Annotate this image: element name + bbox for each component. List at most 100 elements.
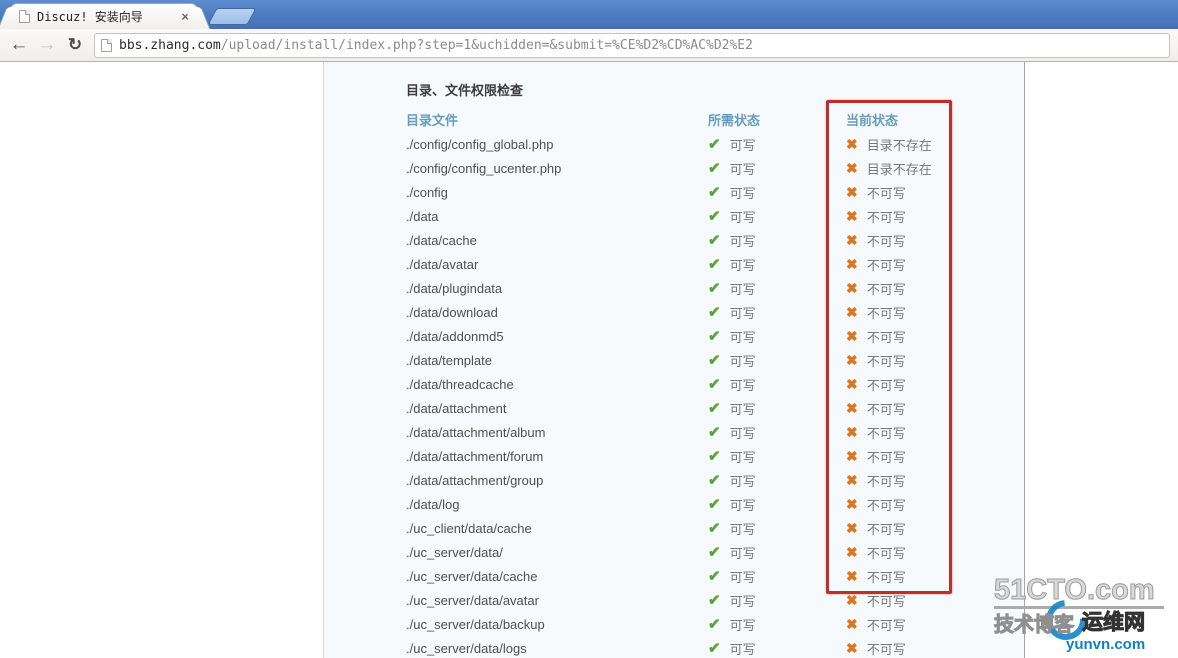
check-icon: ✔ (708, 280, 721, 297)
cross-icon: ✖ (846, 423, 858, 440)
new-tab-button[interactable] (207, 8, 257, 25)
required-status-label: 可写 (729, 497, 756, 513)
forward-icon: → (37, 34, 57, 55)
cross-icon: ✖ (846, 567, 858, 584)
address-bar[interactable]: bbs.zhang.com/upload/install/index.php?s… (94, 33, 1170, 58)
file-path: ./data/attachment (406, 400, 507, 416)
table-row: ./data ✔ 可写 ✖ 不可写 (406, 204, 1006, 228)
file-path: ./data/attachment/forum (406, 448, 544, 464)
file-path: ./data/avatar (406, 256, 479, 272)
check-icon: ✔ (708, 616, 721, 633)
current-status-label: 目录不存在 (866, 161, 932, 177)
current-status-label: 不可写 (866, 305, 906, 321)
required-status-label: 可写 (729, 425, 756, 441)
cross-icon: ✖ (846, 471, 858, 488)
table-row: ./data/attachment/group ✔ 可写 ✖ 不可写 (406, 468, 1006, 492)
required-status-label: 可写 (729, 137, 756, 153)
table-row: ./data/attachment ✔ 可写 ✖ 不可写 (406, 396, 1006, 420)
column-header-current: 当前状态 (846, 113, 899, 128)
table-row: ./data/threadcache ✔ 可写 ✖ 不可写 (406, 372, 1006, 396)
cross-icon: ✖ (846, 519, 858, 536)
required-status-label: 可写 (729, 257, 756, 273)
current-status-label: 不可写 (866, 233, 906, 249)
check-icon: ✔ (708, 232, 721, 249)
required-status-label: 可写 (729, 329, 756, 345)
cross-icon: ✖ (846, 375, 858, 392)
cross-icon: ✖ (846, 447, 858, 464)
check-icon: ✔ (708, 184, 721, 201)
file-path: ./data/template (406, 352, 492, 368)
table-row: ./data/attachment/forum ✔ 可写 ✖ 不可写 (406, 444, 1006, 468)
check-icon: ✔ (708, 544, 721, 561)
url-path: /upload/install/index.php?step=1&uchidde… (220, 38, 753, 53)
required-status-label: 可写 (729, 473, 756, 489)
required-status-label: 可写 (729, 641, 756, 657)
tab-close-icon[interactable]: × (181, 10, 189, 23)
table-row: ./config/config_global.php ✔ 可写 ✖ 目录不存在 (406, 132, 1006, 156)
browser-toolbar: ← → ↻ bbs.zhang.com/upload/install/index… (0, 29, 1178, 62)
file-path: ./uc_server/data/logs (406, 640, 527, 656)
check-icon: ✔ (708, 376, 721, 393)
file-path: ./data/threadcache (406, 376, 514, 392)
column-header-file: 目录文件 (406, 113, 459, 128)
file-path: ./data/cache (406, 232, 477, 248)
cross-icon: ✖ (846, 639, 858, 656)
file-path: ./data (406, 208, 439, 224)
permission-table: ./config/config_global.php ✔ 可写 ✖ 目录不存在 ./con… (406, 132, 1006, 658)
section-title: 目录、文件权限检查 (406, 83, 524, 98)
check-icon: ✔ (708, 136, 721, 153)
file-path: ./data/download (406, 304, 498, 320)
cross-icon: ✖ (846, 159, 858, 176)
current-status-label: 不可写 (866, 281, 906, 297)
table-row: ./uc_server/data/backup ✔ 可写 ✖ 不可写 (406, 612, 1006, 636)
current-status-label: 不可写 (866, 209, 906, 225)
table-row: ./data/addonmd5 ✔ 可写 ✖ 不可写 (406, 324, 1006, 348)
check-icon: ✔ (708, 472, 721, 489)
check-icon: ✔ (708, 352, 721, 369)
favicon-page-icon (19, 10, 30, 23)
table-row: ./uc_server/data/ ✔ 可写 ✖ 不可写 (406, 540, 1006, 564)
table-row: ./data/avatar ✔ 可写 ✖ 不可写 (406, 252, 1006, 276)
cross-icon: ✖ (846, 279, 858, 296)
required-status-label: 可写 (729, 545, 756, 561)
current-status-label: 不可写 (866, 185, 906, 201)
table-header-row: 目录文件 所需状态 当前状态 (406, 110, 966, 129)
current-status-label: 不可写 (866, 641, 906, 657)
required-status-label: 可写 (729, 401, 756, 417)
browser-window: Discuz! 安装向导 × ← → ↻ bbs.zhang.com/uploa… (0, 0, 1178, 658)
required-status-label: 可写 (729, 161, 756, 177)
table-row: ./data/template ✔ 可写 ✖ 不可写 (406, 348, 1006, 372)
file-path: ./uc_client/data/cache (406, 520, 532, 536)
reload-icon[interactable]: ↻ (62, 32, 88, 58)
required-status-label: 可写 (729, 593, 756, 609)
current-status-label: 不可写 (866, 425, 906, 441)
file-path: ./uc_server/data/backup (406, 616, 545, 632)
table-row: ./data/attachment/album ✔ 可写 ✖ 不可写 (406, 420, 1006, 444)
current-status-label: 不可写 (866, 521, 906, 537)
check-icon: ✔ (708, 640, 721, 657)
watermark-yunwei: 运维网 (1082, 611, 1146, 635)
browser-tab[interactable]: Discuz! 安装向导 × (10, 3, 198, 29)
table-row: ./uc_client/data/cache ✔ 可写 ✖ 不可写 (406, 516, 1006, 540)
current-status-label: 不可写 (866, 569, 906, 585)
back-icon[interactable]: ← (6, 32, 32, 58)
check-icon: ✔ (708, 496, 721, 513)
table-row: ./config ✔ 可写 ✖ 不可写 (406, 180, 1006, 204)
file-path: ./uc_server/data/cache (406, 568, 538, 584)
table-row: ./config/config_ucenter.php ✔ 可写 ✖ 目录不存在 (406, 156, 1006, 180)
cross-icon: ✖ (846, 327, 858, 344)
check-icon: ✔ (708, 256, 721, 273)
current-status-label: 不可写 (866, 545, 906, 561)
cross-icon: ✖ (846, 135, 858, 152)
page-viewport: 目录、文件权限检查 目录文件 所需状态 当前状态 ./config/config… (0, 62, 1178, 658)
cross-icon: ✖ (846, 399, 858, 416)
file-path: ./data/addonmd5 (406, 328, 504, 344)
url-text: bbs.zhang.com/upload/install/index.php?s… (119, 38, 753, 53)
current-status-label: 不可写 (866, 449, 906, 465)
required-status-label: 可写 (729, 377, 756, 393)
browser-titlebar: Discuz! 安装向导 × (0, 0, 1178, 29)
watermark: 51CTO.com 技术博客 运维网 yunvn.com (994, 575, 1164, 656)
cross-icon: ✖ (846, 615, 858, 632)
page-icon (101, 39, 112, 52)
cross-icon: ✖ (846, 591, 858, 608)
